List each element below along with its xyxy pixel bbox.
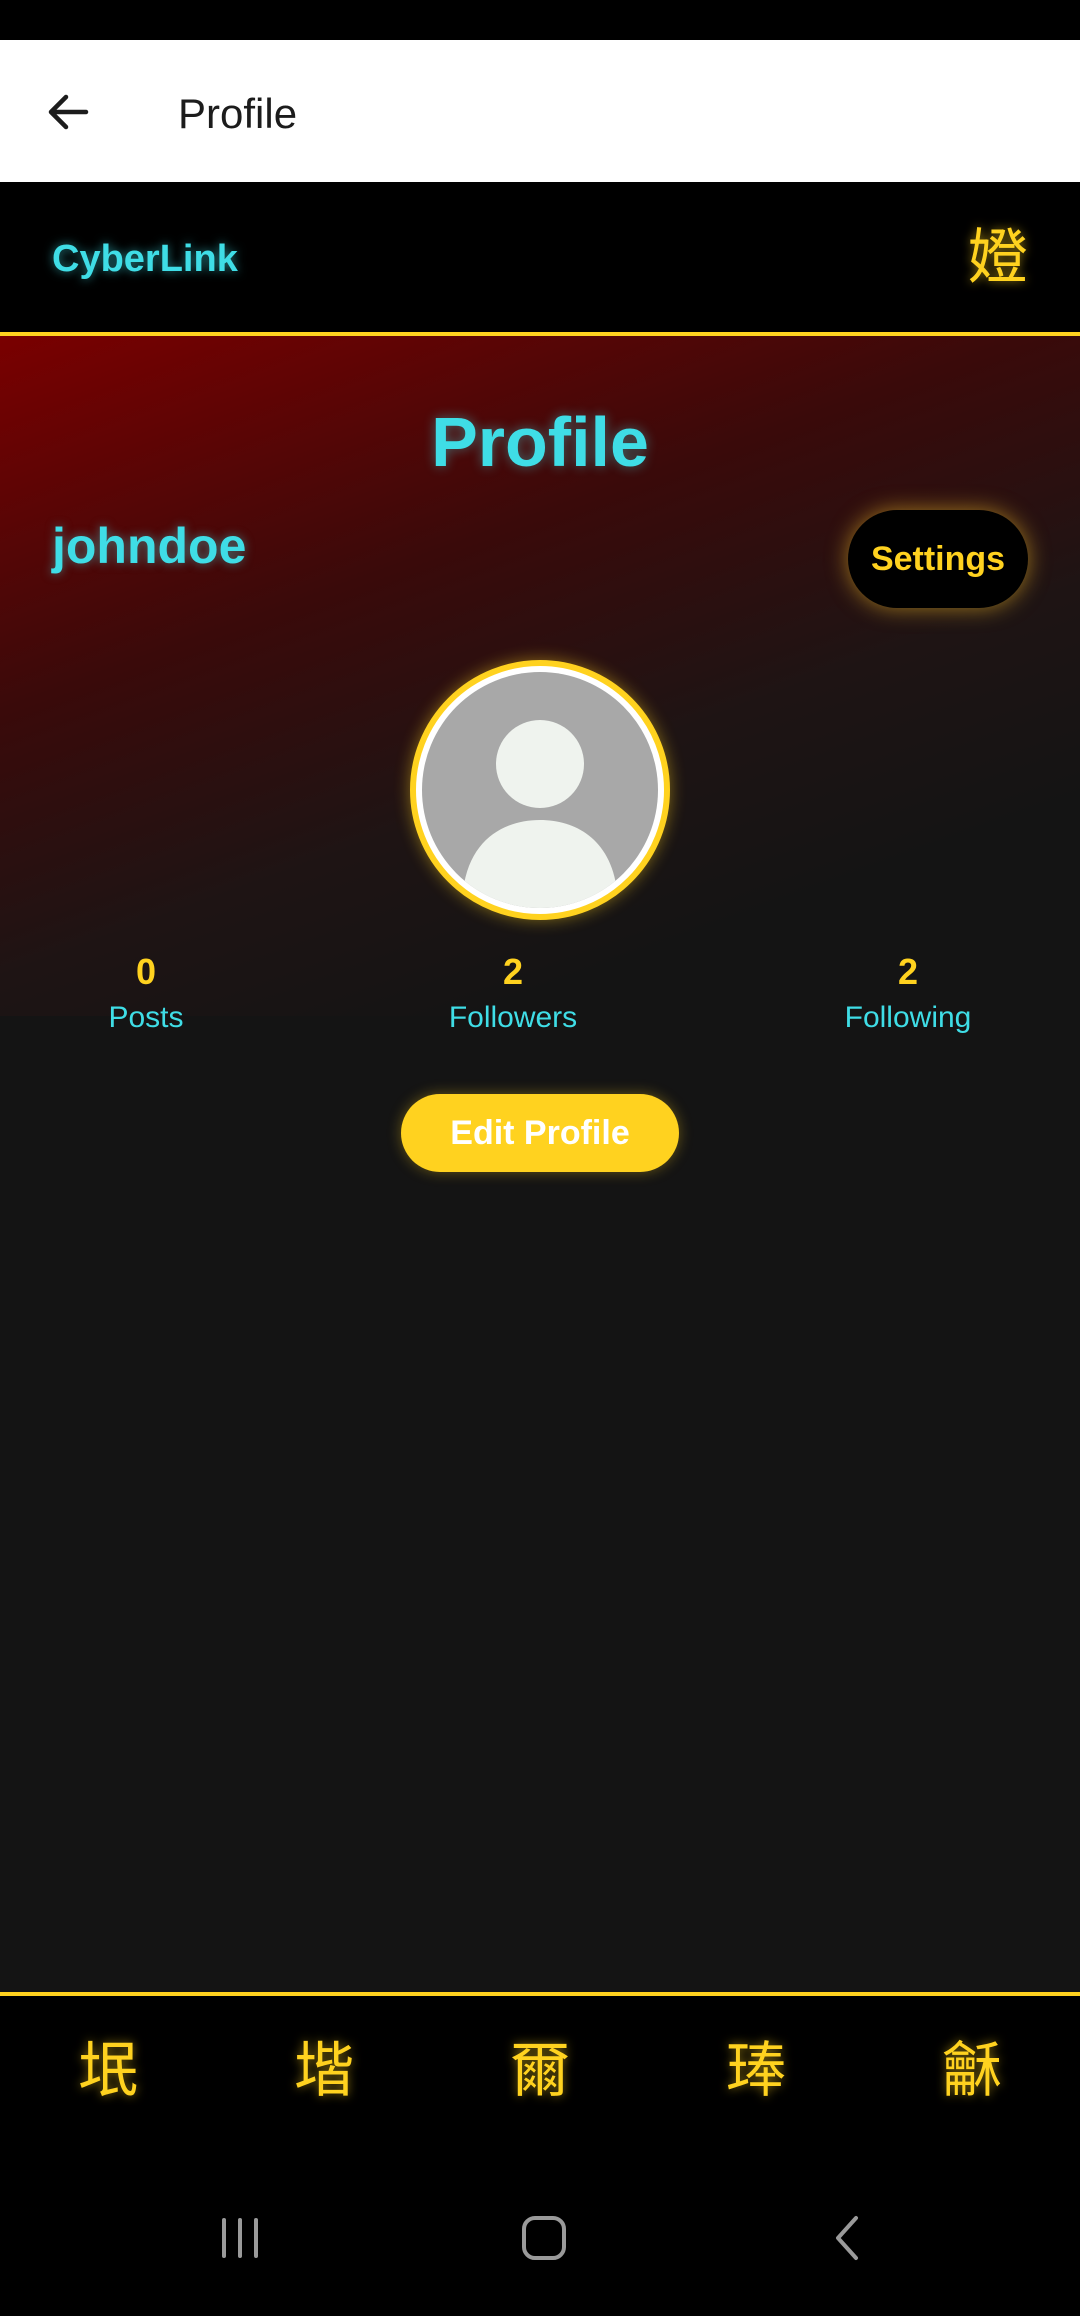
avatar-silhouette: [462, 720, 618, 908]
status-bar: [0, 0, 1080, 40]
back-icon[interactable]: [818, 2210, 878, 2266]
stat-following-value: 2: [897, 951, 919, 992]
settings-button[interactable]: Settings: [848, 510, 1028, 608]
avatar[interactable]: [410, 660, 670, 920]
bottom-nav-item-5[interactable]: 龢: [912, 2036, 1032, 2106]
home-icon[interactable]: [514, 2210, 574, 2266]
app-bar: Profile: [0, 40, 1080, 182]
brand-name[interactable]: CyberLink: [52, 236, 238, 282]
bottom-nav: 垊 堦 爾 琫 龢: [0, 1992, 1080, 2162]
stat-following[interactable]: 2 Following: [788, 950, 1028, 1038]
arrow-left-icon[interactable]: [40, 84, 96, 140]
profile-hero: Profile johndoe Settings: [0, 336, 1080, 1016]
edit-profile-button[interactable]: Edit Profile: [401, 1094, 679, 1172]
stat-followers[interactable]: 2 Followers: [393, 950, 633, 1038]
username: johndoe: [52, 518, 247, 574]
stat-posts-label: Posts: [108, 1001, 184, 1034]
bottom-nav-item-1[interactable]: 垊: [48, 2036, 168, 2106]
stat-following-label: Following: [844, 1001, 972, 1034]
default-avatar-icon: [422, 672, 658, 908]
bottom-nav-item-3[interactable]: 爾: [480, 2036, 600, 2106]
stat-followers-label: Followers: [448, 1001, 578, 1034]
brand-header: CyberLink 嬁: [0, 182, 1080, 336]
page-title: Profile: [431, 403, 649, 481]
profile-stats: 0 Posts 2 Followers 2 Following: [0, 950, 1080, 1050]
stat-posts-value: 0: [135, 951, 157, 992]
bottom-nav-item-4[interactable]: 琫: [696, 2036, 816, 2106]
recent-apps-icon[interactable]: [210, 2210, 270, 2266]
app-bar-title: Profile: [178, 90, 298, 137]
system-nav-bar: [0, 2162, 1080, 2316]
bottom-nav-item-2[interactable]: 堦: [264, 2036, 384, 2106]
stat-followers-value: 2: [502, 951, 524, 992]
profile-screen: Profile CyberLink 嬁 Profile johndoe Sett…: [0, 0, 1080, 2316]
brand-menu-icon[interactable]: 嬁: [968, 226, 1028, 290]
stat-posts[interactable]: 0 Posts: [26, 950, 266, 1038]
